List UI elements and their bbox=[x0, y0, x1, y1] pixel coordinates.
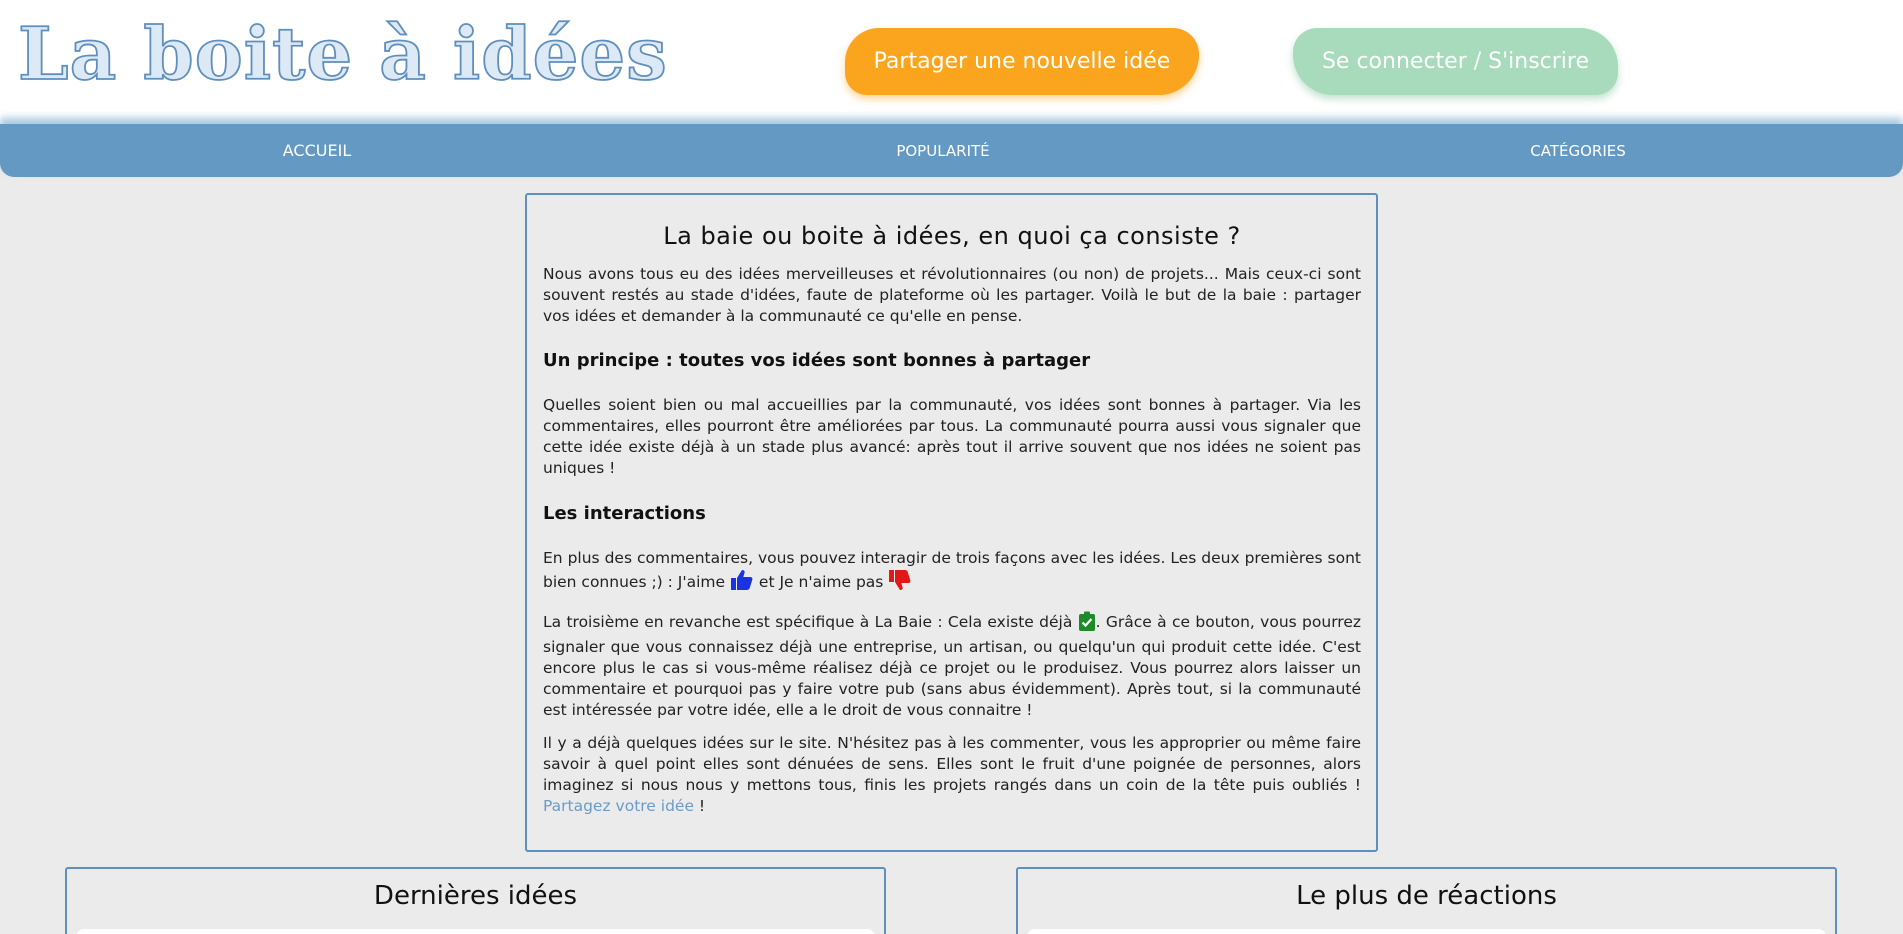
site-header: La boite à idées Partager une nouvelle i… bbox=[0, 0, 1903, 124]
clipboard-check-icon bbox=[1078, 611, 1096, 637]
intro-paragraph-1: Nous avons tous eu des idées merveilleus… bbox=[543, 265, 1361, 325]
closing-punctuation: ! bbox=[693, 797, 706, 815]
main-nav: ACCUEIL POPULARITÉ CATÉGORIES bbox=[0, 124, 1903, 177]
interactions-paragraph-1: En plus des commentaires, vous pouvez in… bbox=[543, 548, 1361, 597]
share-idea-link[interactable]: Partagez votre idée bbox=[543, 797, 694, 815]
nav-item-accueil[interactable]: ACCUEIL bbox=[217, 124, 417, 177]
closing-paragraph: Il y a déjà quelques idées sur le site. … bbox=[543, 733, 1361, 817]
intro-article: La baie ou boite à idées, en quoi ça con… bbox=[525, 193, 1378, 852]
site-logo[interactable]: La boite à idées bbox=[17, 6, 668, 102]
closing-text: Il y a déjà quelques idées sur le site. … bbox=[543, 734, 1361, 794]
most-reactions-panel: Le plus de réactions bbox=[1016, 867, 1837, 934]
share-idea-button[interactable]: Partager une nouvelle idée bbox=[845, 28, 1199, 95]
interactions-text-a: En plus des commentaires, vous pouvez in… bbox=[543, 549, 1361, 591]
principle-heading: Un principe : toutes vos idées sont bonn… bbox=[543, 350, 1091, 371]
thumbs-up-icon bbox=[730, 569, 754, 597]
interactions-heading: Les interactions bbox=[543, 503, 706, 524]
interactions-paragraph-2: La troisième en revanche est spécifique … bbox=[543, 611, 1361, 721]
nav-item-popularite[interactable]: POPULARITÉ bbox=[843, 124, 1043, 177]
latest-ideas-title: Dernières idées bbox=[373, 881, 578, 911]
latest-ideas-panel: Dernières idées bbox=[65, 867, 886, 934]
most-reactions-title: Le plus de réactions bbox=[1296, 881, 1557, 911]
principle-paragraph: Quelles soient bien ou mal accueillies p… bbox=[543, 396, 1361, 477]
thumbs-down-icon bbox=[888, 569, 912, 597]
interactions-text-b: et Je n'aime pas bbox=[754, 573, 889, 591]
login-signup-button[interactable]: Se connecter / S'inscrire bbox=[1293, 28, 1618, 95]
latest-ideas-list bbox=[76, 929, 875, 934]
most-reactions-list bbox=[1027, 929, 1826, 934]
exists-text-a: La troisième en revanche est spécifique … bbox=[543, 613, 1078, 631]
nav-item-categories[interactable]: CATÉGORIES bbox=[1478, 124, 1678, 177]
intro-title: La baie ou boite à idées, en quoi ça con… bbox=[663, 222, 1241, 250]
